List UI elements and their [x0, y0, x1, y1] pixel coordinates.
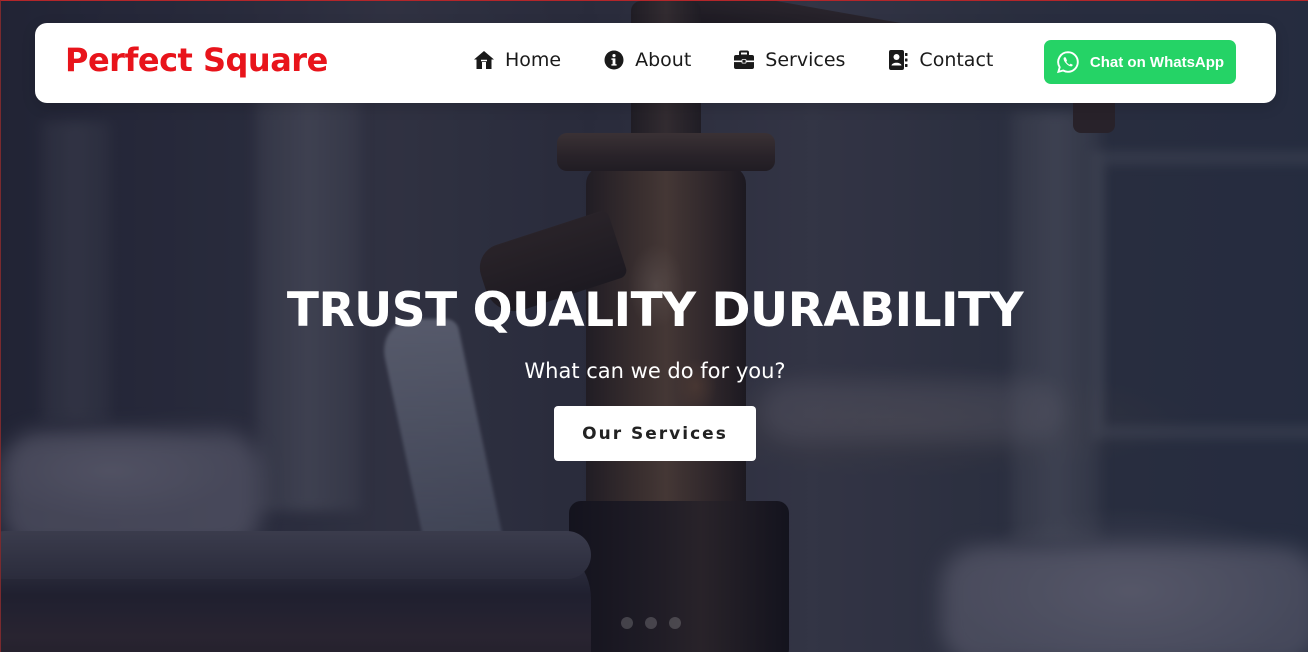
- whatsapp-button-label: Chat on WhatsApp: [1089, 53, 1225, 71]
- carousel-dot[interactable]: [645, 617, 657, 629]
- navbar: Perfect Square Home About Services Conta…: [35, 23, 1276, 103]
- briefcase-icon: [733, 49, 755, 71]
- carousel-indicators: [621, 617, 693, 629]
- our-services-button[interactable]: Our Services: [554, 406, 756, 461]
- carousel-dot[interactable]: [669, 617, 681, 629]
- nav-label-services: Services: [765, 49, 846, 71]
- nav-label-home: Home: [505, 49, 562, 71]
- home-icon: [473, 49, 495, 71]
- hero-title: TRUST QUALITY DURABILITY: [286, 283, 1024, 338]
- hero-subtitle: What can we do for you?: [524, 359, 786, 383]
- whatsapp-icon: [1056, 50, 1080, 74]
- nav-item-contact[interactable]: Contact: [887, 49, 993, 71]
- whatsapp-chat-button[interactable]: Chat on WhatsApp: [1044, 40, 1236, 84]
- carousel-dot[interactable]: [621, 617, 633, 629]
- nav-item-about[interactable]: About: [603, 49, 691, 71]
- nav-label-contact: Contact: [919, 49, 994, 71]
- brand-logo[interactable]: Perfect Square: [65, 41, 328, 79]
- nav-item-services[interactable]: Services: [733, 49, 845, 71]
- main-nav: Home About Services Contact: [473, 49, 993, 71]
- nav-item-home[interactable]: Home: [473, 49, 561, 71]
- info-icon: [603, 49, 625, 71]
- contact-book-icon: [887, 49, 909, 71]
- nav-label-about: About: [635, 49, 692, 71]
